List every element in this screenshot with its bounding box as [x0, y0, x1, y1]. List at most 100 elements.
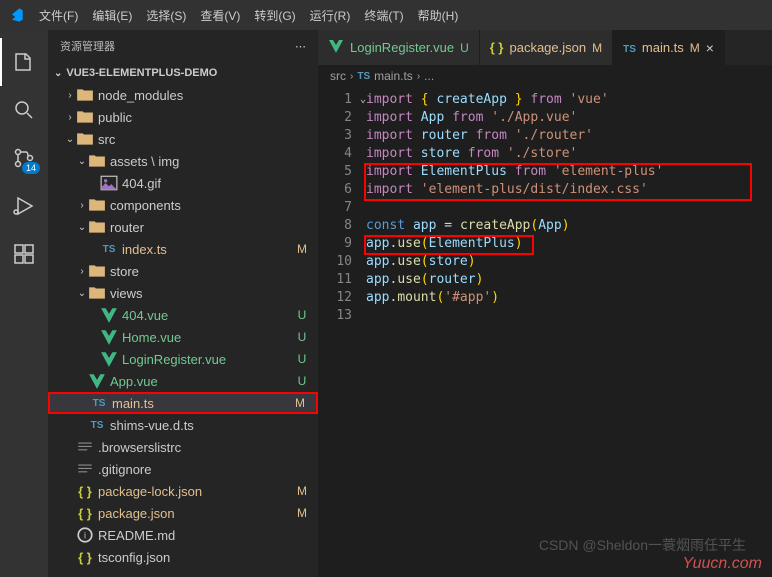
- menu-item[interactable]: 文件(F): [32, 9, 85, 23]
- vue-icon: [100, 307, 118, 323]
- project-name: VUE3-ELEMENTPLUS-DEMO: [66, 67, 217, 79]
- tree-item-label: index.ts: [122, 242, 294, 257]
- tab-label: package.json: [509, 40, 586, 55]
- git-status: U: [294, 374, 310, 388]
- text-icon: [76, 461, 94, 477]
- chevron-right-icon: ›: [350, 71, 353, 82]
- activity-scm[interactable]: 14: [0, 134, 48, 182]
- menu-item[interactable]: 查看(V): [193, 9, 247, 23]
- watermark-csdn: CSDN @Sheldon一蓑烟雨任平生: [539, 535, 746, 555]
- tree-item[interactable]: { }package-lock.jsonM: [48, 480, 318, 502]
- tree-item[interactable]: ›store: [48, 260, 318, 282]
- tree-item[interactable]: iREADME.md: [48, 524, 318, 546]
- tree-item-label: .gitignore: [98, 462, 294, 477]
- vue-icon: [100, 329, 118, 345]
- tree-item[interactable]: ›public: [48, 106, 318, 128]
- project-header[interactable]: ⌄ VUE3-ELEMENTPLUS-DEMO: [48, 62, 318, 84]
- tree-item-label: App.vue: [110, 374, 294, 389]
- git-status: U: [460, 41, 469, 55]
- sidebar-more-icon[interactable]: ⋯: [295, 40, 306, 53]
- code-line: const app = createApp(App): [366, 217, 772, 235]
- git-status: M: [690, 41, 700, 55]
- close-icon[interactable]: ×: [706, 40, 714, 56]
- editor-tab[interactable]: TS main.ts M ×: [613, 30, 725, 65]
- tree-item[interactable]: › components: [48, 194, 318, 216]
- code-line: app.mount('#app'): [366, 289, 772, 307]
- git-status: M: [294, 484, 310, 498]
- vue-icon: [88, 373, 106, 389]
- code-line: import router from './router': [366, 127, 772, 145]
- line-number: 10: [318, 253, 366, 271]
- code-line: [366, 307, 772, 325]
- menu-item[interactable]: 选择(S): [139, 9, 193, 23]
- menu-item[interactable]: 帮助(H): [411, 9, 466, 23]
- breadcrumb-part: main.ts: [374, 69, 413, 83]
- tree-item[interactable]: ⌄assets \ img: [48, 150, 318, 172]
- chevron-icon: ⌄: [64, 134, 76, 145]
- tree-item[interactable]: Home.vueU: [48, 326, 318, 348]
- editor-tab[interactable]: { }package.jsonM: [480, 30, 613, 65]
- tree-item[interactable]: 404.gif: [48, 172, 318, 194]
- activity-extensions[interactable]: [0, 230, 48, 278]
- chevron-right-icon: ›: [417, 71, 420, 82]
- git-status: U: [294, 352, 310, 366]
- tree-item[interactable]: LoginRegister.vueU: [48, 348, 318, 370]
- folder-icon: [76, 87, 94, 103]
- svg-text:i: i: [84, 530, 86, 540]
- tree-item-label: shims-vue.d.ts: [110, 418, 294, 433]
- folder-icon: [88, 153, 106, 169]
- chevron-down-icon: ⌄: [54, 68, 62, 79]
- menu-item[interactable]: 运行(R): [303, 9, 358, 23]
- tree-item[interactable]: ›node_modules: [48, 84, 318, 106]
- activity-explorer[interactable]: [0, 38, 48, 86]
- tree-item[interactable]: ⌄views: [48, 282, 318, 304]
- chevron-icon: ›: [76, 200, 88, 211]
- tree-item-label: src: [98, 132, 294, 147]
- tab-label: LoginRegister.vue: [350, 40, 454, 55]
- json-icon: { }: [490, 40, 504, 55]
- menu-item[interactable]: 转到(G): [247, 9, 302, 23]
- tree-item-label: tsconfig.json: [98, 550, 294, 565]
- line-number: 9: [318, 235, 366, 253]
- json-icon: { }: [76, 549, 94, 565]
- editor-tab[interactable]: LoginRegister.vue U: [318, 30, 480, 65]
- activity-debug[interactable]: [0, 182, 48, 230]
- ts-icon: TS: [90, 395, 108, 411]
- ts-icon: TS: [623, 40, 636, 55]
- editor-area: LoginRegister.vue U { } package.json M TS main…: [318, 30, 772, 577]
- tree-item[interactable]: .gitignore: [48, 458, 318, 480]
- tree-item[interactable]: { } tsconfig.json: [48, 546, 318, 568]
- tree-item[interactable]: .browserslistrc: [48, 436, 318, 458]
- folder-icon: [88, 197, 106, 213]
- highlight-box: [364, 235, 534, 255]
- tree-item[interactable]: ⌄ src: [48, 128, 318, 150]
- line-number: 13: [318, 307, 366, 325]
- activity-bar: 14: [0, 30, 48, 577]
- tree-item-label: components: [110, 198, 294, 213]
- chevron-icon: ⌄: [76, 288, 88, 299]
- code-editor[interactable]: 1⌄2345678910111213 import { createApp } …: [318, 87, 772, 577]
- folder-icon: [76, 131, 94, 147]
- breadcrumb-part: ...: [424, 69, 434, 83]
- tree-item[interactable]: TSindex.tsM: [48, 238, 318, 260]
- breadcrumb-part: src: [330, 69, 346, 83]
- line-number: 12: [318, 289, 366, 307]
- tab-label: main.ts: [642, 40, 684, 55]
- tree-item[interactable]: TSshims-vue.d.ts: [48, 414, 318, 436]
- breadcrumb[interactable]: src › TS main.ts › ...: [318, 65, 772, 87]
- tree-item-label: 404.vue: [122, 308, 294, 323]
- line-number: 6: [318, 181, 366, 199]
- tree-item[interactable]: ⌄router: [48, 216, 318, 238]
- ts-icon: TS: [100, 241, 118, 257]
- file-tree: ›node_modules›public⌄src⌄assets \ img404…: [48, 84, 318, 577]
- tree-item[interactable]: TSmain.tsM: [48, 392, 318, 414]
- tree-item[interactable]: 404.vueU: [48, 304, 318, 326]
- activity-search[interactable]: [0, 86, 48, 134]
- tree-item-label: public: [98, 110, 294, 125]
- code-line: import { createApp } from 'vue': [366, 91, 772, 109]
- menu-item[interactable]: 编辑(E): [85, 9, 139, 23]
- json-icon: { }: [76, 483, 94, 499]
- menu-item[interactable]: 终端(T): [357, 9, 410, 23]
- tree-item[interactable]: App.vueU: [48, 370, 318, 392]
- tree-item[interactable]: { }package.jsonM: [48, 502, 318, 524]
